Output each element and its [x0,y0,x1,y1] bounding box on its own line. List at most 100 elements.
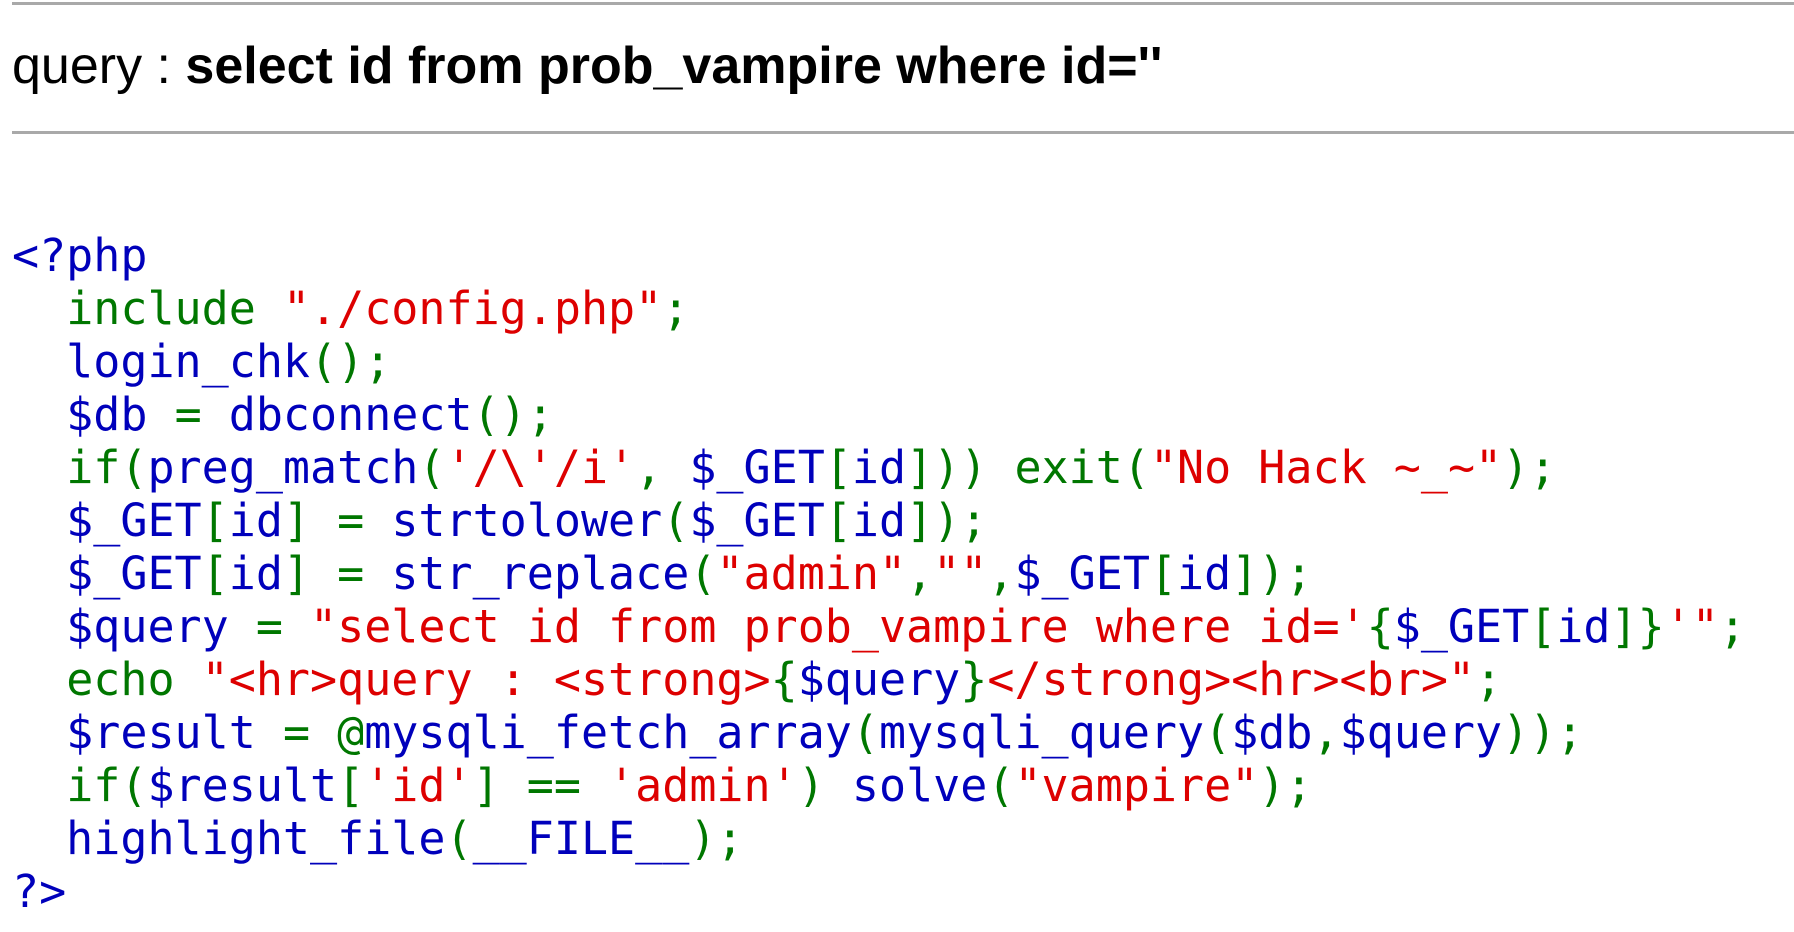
code-token: ]); [906,494,988,547]
code-token: [ [201,494,229,547]
code-token: ; [1475,653,1503,706]
code-token: ( [987,759,1015,812]
code-token: __FILE__ [472,812,690,865]
code-token: , [987,547,1015,600]
code-token: ( [689,547,717,600]
code-token: "<hr>query : <strong> [201,653,771,706]
code-token: ); [689,812,744,865]
php-source-code: <?php include "./config.php"; login_chk(… [12,229,1746,918]
code-line: if($result['id'] == 'admin') solve("vamp… [12,759,1746,812]
code-token: ]} [1610,600,1665,653]
code-token: 'id' [364,759,473,812]
code-token: $result [147,759,338,812]
code-token: id [851,494,907,547]
code-token: include [66,282,283,335]
code-token: $query [12,600,256,653]
code-token: if( [66,759,148,812]
code-token: solve [851,759,988,812]
code-token: '/\'/i' [445,441,636,494]
code-token: ( [418,441,446,494]
code-token: ( [1204,706,1232,759]
code-token: ( [662,494,690,547]
code-token: "select id from prob_vampire where id=' [310,600,1367,653]
code-token: [ [824,494,852,547]
code-token: = [174,388,229,441]
code-token: id [1556,600,1611,653]
code-token: [ [337,759,365,812]
code-token: { [1366,600,1394,653]
code-token: ]); [1231,547,1313,600]
code-token: ) [797,759,852,812]
code-line: include "./config.php"; [12,282,1746,335]
code-token: , [635,441,690,494]
code-token: ); [1258,759,1313,812]
code-line: $result = @mysqli_fetch_array(mysqli_que… [12,706,1746,759]
code-token: "No Hack ~_~" [1149,441,1503,494]
code-token: "" [933,547,988,600]
code-token: <?php [12,229,148,282]
code-token: '" [1664,600,1719,653]
code-line: login_chk(); [12,335,1746,388]
code-token: highlight_file [12,812,446,865]
code-token: } [960,653,988,706]
code-token: </strong><hr><br>" [987,653,1476,706]
code-token: ] = [282,494,392,547]
code-token: $result [12,706,283,759]
code-token: { [770,653,798,706]
code-token: , [1312,706,1340,759]
code-token: if( [66,441,148,494]
code-token: $db [1231,706,1313,759]
code-token: )); [1502,706,1584,759]
code-line: $query = "select id from prob_vampire wh… [12,600,1746,653]
code-token: (); [310,335,392,388]
code-token: [ [1529,600,1557,653]
code-token: mysqli_fetch_array [364,706,852,759]
code-token: ?> [12,865,67,918]
code-token: id [1177,547,1232,600]
code-line: if(preg_match('/\'/i', $_GET[id])) exit(… [12,441,1746,494]
code-token: = [255,600,311,653]
code-token: exit( [1014,441,1150,494]
code-token: $_GET [689,441,825,494]
code-token: (); [472,388,554,441]
code-line: $_GET[id] = strtolower($_GET[id]); [12,494,1746,547]
code-token: preg_match [147,441,419,494]
code-token: ] = [282,547,392,600]
code-token: [ [824,441,852,494]
code-token: login_chk [12,335,311,388]
code-token: dbconnect [228,388,473,441]
code-token: ( [445,812,473,865]
code-token: ( [851,706,879,759]
code-token: "./config.php" [282,282,663,335]
code-token: str_replace [391,547,690,600]
code-token: = @ [282,706,365,759]
code-token: $query [797,653,961,706]
code-line: $_GET[id] = str_replace("admin","",$_GET… [12,547,1746,600]
code-token: id [228,547,283,600]
bottom-horizontal-rule [12,131,1794,134]
code-token: $_GET [1393,600,1530,653]
code-token: $query [1339,706,1503,759]
code-token: echo [66,653,202,706]
query-value: select id from prob_vampire where id='' [185,37,1163,95]
query-output-line: query : select id from prob_vampire wher… [12,26,1162,106]
top-horizontal-rule [12,2,1794,5]
code-line: echo "<hr>query : <strong>{$query}</stro… [12,653,1746,706]
code-token: [ [201,547,229,600]
query-label: query : [12,37,186,95]
code-token: $_GET [12,494,202,547]
code-line: $db = dbconnect(); [12,388,1746,441]
code-line: <?php [12,229,1746,282]
code-token: "admin" [716,547,907,600]
code-token: mysqli_query [878,706,1205,759]
code-token: "vampire" [1014,759,1259,812]
code-line: ?> [12,865,1746,918]
code-token: ] == [472,759,609,812]
code-token: strtolower [391,494,663,547]
code-token: id [228,494,283,547]
code-token: ; [662,282,690,335]
